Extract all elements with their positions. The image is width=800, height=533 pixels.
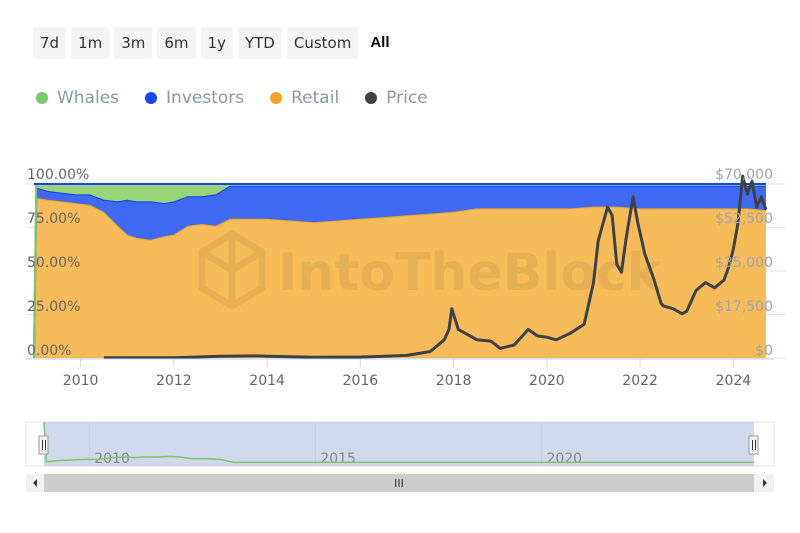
y-right-tick-label: $17,500: [715, 299, 773, 315]
navigator-handle-left[interactable]: [38, 435, 49, 455]
y-left-tick-label: 0.00%: [27, 343, 71, 359]
x-tick-label: 2012: [156, 373, 192, 389]
navigator[interactable]: 2010 2015 2020III: [25, 421, 775, 492]
y-right-tick-label: $52,500: [715, 211, 773, 227]
watermark-text: IntoTheBlock: [278, 243, 663, 303]
handle-box[interactable]: [38, 435, 49, 455]
y-right-tick-label: $70,000: [715, 167, 773, 183]
scrollbar-grip-icon[interactable]: III: [394, 477, 404, 490]
y-left-tick-label: 25.00%: [27, 299, 80, 315]
x-tick-label: 2016: [343, 373, 379, 389]
navigator-label: 2020: [546, 451, 582, 467]
x-tick-label: 2022: [622, 373, 658, 389]
x-tick-label: 2024: [716, 373, 752, 389]
navigator-mask[interactable]: [44, 422, 754, 466]
navigator-label: 2015: [320, 451, 356, 467]
scrollbar[interactable]: III: [26, 474, 774, 492]
y-left-tick-label: 50.00%: [27, 255, 80, 271]
x-tick-label: 2020: [529, 373, 565, 389]
y-right-tick-label: $0: [755, 343, 773, 359]
navigator-handle-right[interactable]: [748, 435, 759, 455]
x-tick-label: 2010: [63, 373, 99, 389]
x-tick-label: 2018: [436, 373, 472, 389]
y-right-tick-label: $35,000: [715, 255, 773, 271]
y-left-tick-label: 75.00%: [27, 211, 80, 227]
x-tick-label: 2014: [249, 373, 285, 389]
y-left-tick-label: 100.00%: [27, 167, 89, 183]
handle-box[interactable]: [748, 435, 759, 455]
chart: IntoTheBlock 0.00% 25.00% 50.00% 75.00% 100.…: [25, 167, 786, 492]
